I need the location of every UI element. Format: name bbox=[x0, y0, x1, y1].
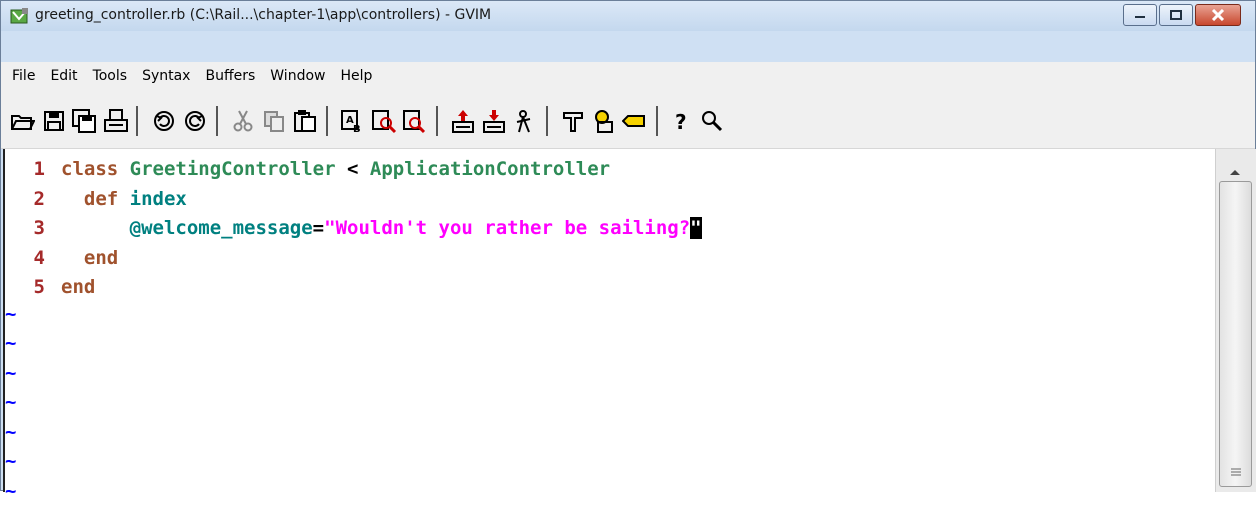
text-cursor: " bbox=[690, 217, 702, 239]
empty-line-tilde: ~ bbox=[5, 450, 17, 472]
menu-edit[interactable]: Edit bbox=[43, 68, 84, 84]
menu-file[interactable]: File bbox=[5, 68, 42, 84]
open-icon[interactable] bbox=[9, 108, 36, 134]
code-line: 2 def index bbox=[5, 185, 187, 214]
code-line: 5 end bbox=[5, 273, 96, 302]
code-line: 4 end bbox=[5, 244, 119, 273]
toolbar-separator bbox=[216, 106, 218, 136]
empty-line-tilde: ~ bbox=[5, 332, 17, 354]
find-replace-icon[interactable]: AB bbox=[340, 108, 366, 135]
paste-icon[interactable] bbox=[292, 108, 318, 134]
save-all-icon[interactable] bbox=[71, 108, 97, 134]
toolbar-separator bbox=[436, 106, 438, 136]
run-ctags-icon[interactable] bbox=[591, 108, 617, 134]
title-bar[interactable]: greeting_controller.rb (C:\Rail...\chapt… bbox=[1, 1, 1255, 31]
save-session-icon[interactable] bbox=[481, 108, 507, 134]
code-line: 3 @welcome_message="Wouldn't you rather … bbox=[5, 214, 702, 243]
line-number: 1 bbox=[33, 158, 45, 180]
close-button[interactable] bbox=[1195, 4, 1241, 26]
code-token: end bbox=[61, 276, 96, 298]
empty-line-tilde: ~ bbox=[5, 420, 17, 443]
code-token: def bbox=[83, 187, 130, 210]
svg-text:B: B bbox=[353, 124, 361, 134]
code-token: GreetingController bbox=[129, 158, 336, 180]
toolbar-separator bbox=[546, 106, 548, 136]
find-prev-icon[interactable] bbox=[402, 108, 428, 134]
minimize-button[interactable] bbox=[1123, 4, 1157, 26]
menu-buffers[interactable]: Buffers bbox=[198, 68, 262, 84]
undo-icon[interactable] bbox=[151, 108, 177, 134]
grip-icon bbox=[1231, 468, 1241, 476]
empty-line-tilde: ~ bbox=[5, 391, 17, 413]
menu-syntax[interactable]: Syntax bbox=[135, 68, 197, 84]
empty-line-tilde: ~ bbox=[5, 361, 17, 384]
toolbar-separator bbox=[656, 106, 658, 136]
load-session-icon[interactable] bbox=[450, 108, 476, 134]
redo-icon[interactable] bbox=[182, 108, 208, 134]
editor-text-area[interactable]: 1 class GreetingController < ApplicationC… bbox=[3, 149, 1215, 502]
run-script-icon[interactable] bbox=[512, 108, 538, 134]
toolbar: AB ? bbox=[1, 90, 1255, 149]
make-icon[interactable] bbox=[560, 108, 586, 134]
line-number: 2 bbox=[33, 187, 45, 210]
code-token: = bbox=[312, 217, 325, 239]
empty-line-tilde: ~ bbox=[5, 479, 17, 502]
code-token: "Wouldn't you rather be sailing? bbox=[324, 217, 691, 239]
help-icon[interactable]: ? bbox=[669, 108, 695, 134]
code-token: class bbox=[61, 158, 130, 180]
vertical-scrollbar[interactable] bbox=[1215, 149, 1256, 492]
gvim-app-icon bbox=[10, 7, 30, 25]
save-icon[interactable] bbox=[41, 108, 67, 134]
jump-tag-icon[interactable] bbox=[621, 108, 648, 134]
cut-icon[interactable] bbox=[230, 108, 256, 134]
menu-window[interactable]: Window bbox=[263, 68, 332, 84]
menu-help[interactable]: Help bbox=[333, 68, 379, 84]
window-title: greeting_controller.rb (C:\Rail...\chapt… bbox=[35, 7, 492, 23]
line-number: 4 bbox=[33, 246, 45, 269]
find-next-icon[interactable] bbox=[371, 108, 397, 134]
copy-icon[interactable] bbox=[261, 108, 287, 134]
maximize-button[interactable] bbox=[1159, 4, 1193, 26]
code-token: @welcome_message bbox=[129, 217, 313, 239]
code-line: 1 class GreetingController < ApplicationC… bbox=[5, 155, 611, 184]
menu-tools[interactable]: Tools bbox=[86, 68, 135, 84]
gvim-window: greeting_controller.rb (C:\Rail...\chapt… bbox=[0, 0, 1256, 502]
svg-text:?: ? bbox=[675, 110, 687, 134]
menu-bar: File Edit Tools Syntax Buffers Window He… bbox=[1, 62, 1255, 90]
print-icon[interactable] bbox=[103, 108, 129, 134]
scroll-up-arrow-icon[interactable] bbox=[1229, 161, 1241, 180]
code-token: index bbox=[129, 187, 187, 210]
line-number: 3 bbox=[33, 217, 45, 239]
scrollbar-thumb[interactable] bbox=[1219, 181, 1252, 487]
find-help-icon[interactable] bbox=[699, 108, 725, 134]
toolbar-separator bbox=[326, 106, 328, 136]
code-token: end bbox=[83, 246, 119, 269]
line-number: 5 bbox=[33, 276, 45, 298]
code-token: ApplicationController bbox=[369, 158, 611, 180]
toolbar-separator bbox=[136, 106, 138, 136]
code-token: < bbox=[335, 158, 370, 180]
empty-line-tilde: ~ bbox=[5, 302, 17, 325]
